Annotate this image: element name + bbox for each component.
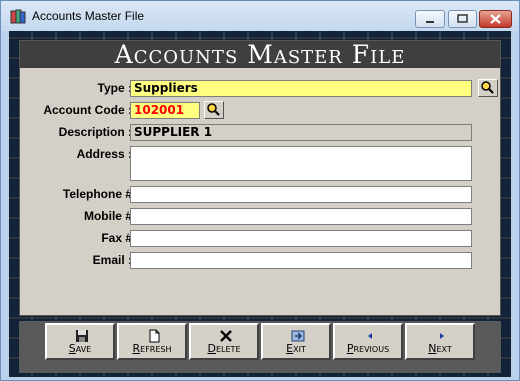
- action-toolbar: Save Refresh Delete Exit Previous Next: [19, 321, 501, 373]
- account-code-label: Account Code :: [43, 103, 132, 117]
- mobile-label: Mobile #: [83, 209, 132, 223]
- save-label: Save: [68, 342, 92, 355]
- description-field: SUPPLIER 1: [130, 124, 472, 141]
- refresh-label: Refresh: [132, 342, 172, 355]
- email-label: Email :: [92, 253, 132, 267]
- minimize-icon: [426, 21, 434, 23]
- fax-label: Fax #: [101, 231, 132, 245]
- exit-icon: [291, 330, 305, 342]
- title-bar[interactable]: Accounts Master File: [1, 1, 519, 31]
- type-label: Type :: [97, 81, 132, 95]
- window-title: Accounts Master File: [32, 9, 145, 23]
- telephone-label: Telephone #: [62, 187, 132, 201]
- close-icon: [490, 14, 501, 24]
- exit-label: Exit: [286, 342, 306, 355]
- next-label: Next: [428, 342, 452, 355]
- delete-button[interactable]: Delete: [189, 323, 259, 360]
- delete-x-icon: [220, 330, 232, 342]
- type-lookup-button[interactable]: [478, 79, 498, 97]
- address-label: Address :: [76, 147, 132, 161]
- maximize-icon: [457, 14, 468, 23]
- save-icon: [76, 330, 88, 342]
- page-title: Accounts Master File: [114, 40, 406, 69]
- accounts-master-window: Accounts Master File Accounts Master Fil…: [0, 0, 520, 381]
- document-icon: [149, 329, 160, 343]
- mobile-field[interactable]: [130, 208, 472, 225]
- minimize-button[interactable]: [415, 10, 445, 28]
- search-icon: [481, 81, 494, 94]
- email-field[interactable]: [130, 252, 472, 269]
- description-label: Description :: [58, 125, 132, 139]
- close-button[interactable]: [479, 10, 512, 28]
- client-area: Accounts Master File Type : Suppliers Ac…: [9, 31, 511, 377]
- previous-label: Previous: [346, 342, 390, 355]
- search-icon: [207, 103, 220, 116]
- fax-field[interactable]: [130, 230, 472, 247]
- account-code-field[interactable]: 102001: [130, 102, 200, 119]
- delete-label: Delete: [207, 342, 241, 355]
- telephone-field[interactable]: [130, 186, 472, 203]
- form-panel: Accounts Master File Type : Suppliers Ac…: [19, 40, 501, 316]
- app-icon: [10, 9, 26, 24]
- save-button[interactable]: Save: [45, 323, 115, 360]
- form-header: Accounts Master File: [20, 40, 500, 69]
- arrow-left-icon: [368, 333, 372, 339]
- maximize-button[interactable]: [448, 10, 477, 28]
- next-button[interactable]: Next: [405, 323, 475, 360]
- type-field[interactable]: Suppliers: [130, 80, 472, 97]
- account-code-lookup-button[interactable]: [204, 101, 224, 119]
- arrow-right-icon: [440, 333, 444, 339]
- previous-button[interactable]: Previous: [333, 323, 403, 360]
- address-field[interactable]: [130, 146, 472, 181]
- exit-button[interactable]: Exit: [261, 323, 331, 360]
- refresh-button[interactable]: Refresh: [117, 323, 187, 360]
